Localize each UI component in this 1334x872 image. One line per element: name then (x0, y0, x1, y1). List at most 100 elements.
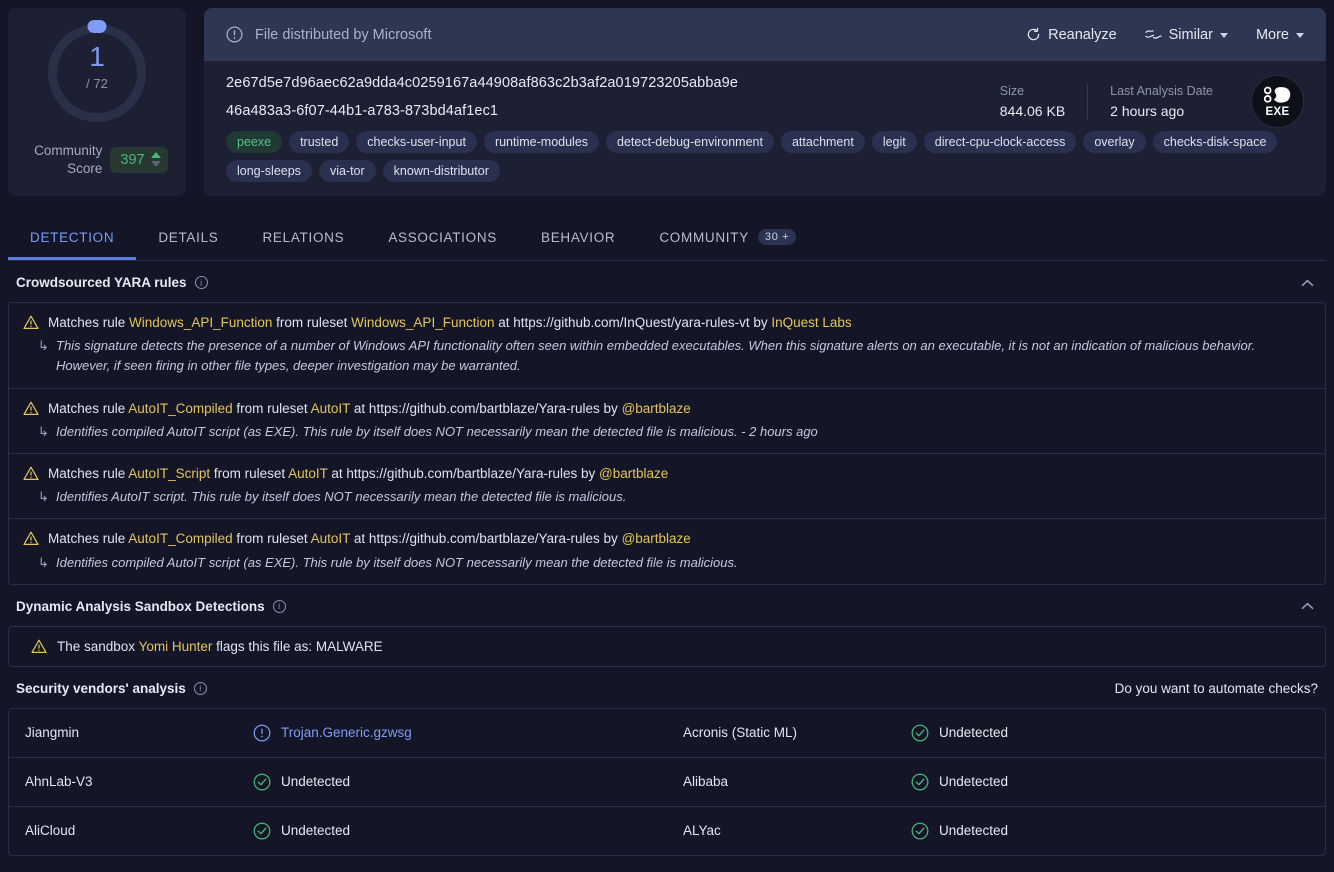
tag-trusted[interactable]: trusted (289, 131, 350, 153)
tag-long-sleeps[interactable]: long-sleeps (226, 160, 312, 182)
tab-associations[interactable]: ASSOCIATIONS (366, 217, 519, 260)
tab-detection-label: DETECTION (30, 230, 115, 245)
community-score-pill[interactable]: 397 (110, 146, 168, 173)
yara-collapse-toggle[interactable] (1297, 279, 1318, 287)
sandbox-title-group: Dynamic Analysis Sandbox Detections i (16, 599, 286, 614)
virustotal-file-report: 1 / 72 Community Score 397 File distribu… (0, 0, 1334, 872)
vendor-cell: AliCloud Undetected (9, 807, 667, 855)
distribution-banner: File distributed by Microsoft Reanalyze (204, 8, 1326, 61)
more-button[interactable]: More (1256, 27, 1304, 43)
vendor-result-text: Undetected (939, 823, 1009, 839)
yara-rule-line: Matches rule Windows_API_Function from r… (23, 313, 1311, 333)
check-circle-icon (253, 822, 271, 840)
yara-rule-name[interactable]: Windows_API_Function (129, 315, 272, 330)
yara-section-header: Crowdsourced YARA rules i (0, 261, 1334, 302)
vendor-cell: AhnLab-V3 Undetected (9, 758, 667, 806)
sandbox-detection-row: The sandbox Yomi Hunter flags this file … (9, 627, 1325, 666)
sandbox-panel: The sandbox Yomi Hunter flags this file … (8, 625, 1326, 667)
tab-relations-label: RELATIONS (262, 230, 345, 245)
yara-ruleset-name[interactable]: AutoIT (311, 401, 351, 416)
yara-rule-line: Matches rule AutoIT_Script from ruleset … (23, 464, 1311, 484)
yara-rule-name[interactable]: AutoIT_Compiled (128, 531, 232, 546)
community-score: Community Score 397 (26, 142, 168, 177)
yara-rule-line: Matches rule AutoIT_Compiled from rulese… (23, 529, 1311, 549)
vote-stepper[interactable] (150, 152, 161, 168)
vendors-section-header: Security vendors' analysis i Do you want… (0, 667, 1334, 708)
tab-community-label: COMMUNITY (659, 229, 749, 245)
vendor-name: Jiangmin (25, 725, 80, 741)
yara-author[interactable]: InQuest Labs (771, 315, 851, 330)
yara-rule-description: ↳ Identifies AutoIT script. This rule by… (38, 487, 1311, 507)
yara-author[interactable]: @bartblaze (622, 401, 691, 416)
yara-rule-text: Matches rule Windows_API_Function from r… (48, 315, 852, 330)
arrow-return-icon: ↳ (38, 554, 49, 570)
vendor-cell: ALYac Undetected (667, 807, 1325, 855)
file-size-value: 844.06 KB (999, 103, 1066, 119)
tag-peexe[interactable]: peexe (226, 131, 283, 153)
info-icon[interactable]: i (272, 599, 286, 613)
vendor-result-text: Undetected (939, 725, 1009, 741)
last-analysis-date: Last Analysis Date 2 hours ago (1087, 84, 1235, 119)
file-size-label: Size (999, 84, 1025, 98)
yara-rule-row: Matches rule Windows_API_Function from r… (9, 303, 1325, 389)
tag-legit[interactable]: legit (871, 131, 917, 153)
reanalyze-label: Reanalyze (1048, 26, 1117, 43)
vendor-result-text[interactable]: Trojan.Generic.gzwsg (281, 725, 412, 740)
tab-community[interactable]: COMMUNITY 30 + (637, 216, 818, 260)
tag-checks-user-input[interactable]: checks-user-input (356, 131, 477, 153)
yara-ruleset-name[interactable]: AutoIT (288, 466, 328, 481)
malicious-icon (253, 724, 271, 742)
yara-rule-name[interactable]: AutoIT_Compiled (128, 401, 232, 416)
info-icon[interactable]: i (193, 681, 207, 695)
yara-rule-description: ↳ This signature detects the presence of… (38, 338, 1256, 374)
sandbox-collapse-toggle[interactable] (1297, 602, 1318, 610)
check-circle-icon (911, 822, 929, 840)
community-score-label: Community Score (34, 143, 103, 176)
yara-ruleset-name[interactable]: AutoIT (311, 531, 351, 546)
reanalyze-button[interactable]: Reanalyze (1026, 27, 1117, 43)
vendor-name: AliCloud (25, 823, 76, 839)
tag-known-distributor[interactable]: known-distributor (382, 160, 500, 182)
similar-button[interactable]: Similar (1144, 27, 1228, 43)
yara-author[interactable]: @bartblaze (622, 531, 691, 546)
vote-down-icon[interactable] (150, 161, 161, 168)
vendors-title-group: Security vendors' analysis i (16, 681, 207, 696)
refresh-icon (1026, 27, 1041, 42)
tab-detection[interactable]: DETECTION (8, 217, 137, 260)
last-analysis-label: Last Analysis Date (1110, 84, 1213, 98)
automate-checks-link[interactable]: Do you want to automate checks? (1115, 681, 1318, 696)
tag-via-tor[interactable]: via-tor (318, 160, 376, 182)
info-icon[interactable]: i (194, 276, 208, 289)
arrow-return-icon: ↳ (38, 338, 49, 354)
tag-overlay[interactable]: overlay (1083, 131, 1146, 153)
yara-author[interactable]: @bartblaze (599, 466, 668, 481)
vote-up-icon[interactable] (150, 152, 161, 159)
vendor-result: Undetected (253, 773, 350, 791)
exe-gear-icon: EXE (1251, 75, 1304, 128)
table-row: AhnLab-V3 Undetected Alibaba Undetected (9, 758, 1325, 807)
tab-behavior[interactable]: BEHAVIOR (519, 217, 637, 260)
tag-checks-disk-space[interactable]: checks-disk-space (1152, 131, 1278, 153)
tab-relations[interactable]: RELATIONS (240, 217, 366, 260)
vendor-name: Acronis (Static ML) (683, 725, 798, 741)
sandbox-name[interactable]: Yomi Hunter (139, 639, 213, 654)
tab-associations-label: ASSOCIATIONS (388, 230, 497, 245)
report-tabs: DETECTION DETAILS RELATIONS ASSOCIATIONS… (8, 216, 1326, 261)
vendor-result-text: Undetected (281, 823, 351, 839)
tab-details[interactable]: DETAILS (136, 217, 240, 260)
yara-ruleset-name[interactable]: Windows_API_Function (351, 315, 494, 330)
tag-direct-cpu-clock-access[interactable]: direct-cpu-clock-access (923, 131, 1077, 153)
tag-detect-debug-environment[interactable]: detect-debug-environment (606, 131, 774, 153)
yara-rule-name[interactable]: AutoIT_Script (128, 466, 210, 481)
warning-triangle-icon (23, 401, 39, 416)
tab-behavior-label: BEHAVIOR (540, 230, 616, 245)
tag-attachment[interactable]: attachment (780, 131, 865, 153)
yara-rule-text: Matches rule AutoIT_Compiled from rulese… (48, 400, 691, 416)
community-score-value: 397 (120, 151, 145, 168)
yara-rule-row: Matches rule AutoIT_Compiled from rulese… (9, 389, 1325, 454)
chevron-down-icon (1296, 33, 1304, 38)
table-row: Jiangmin Trojan.Generic.gzwsg Acronis (S… (9, 709, 1325, 758)
tag-runtime-modules[interactable]: runtime-modules (483, 131, 600, 153)
file-size: Size 844.06 KB (978, 84, 1087, 119)
exclamation-circle-icon (226, 26, 243, 43)
